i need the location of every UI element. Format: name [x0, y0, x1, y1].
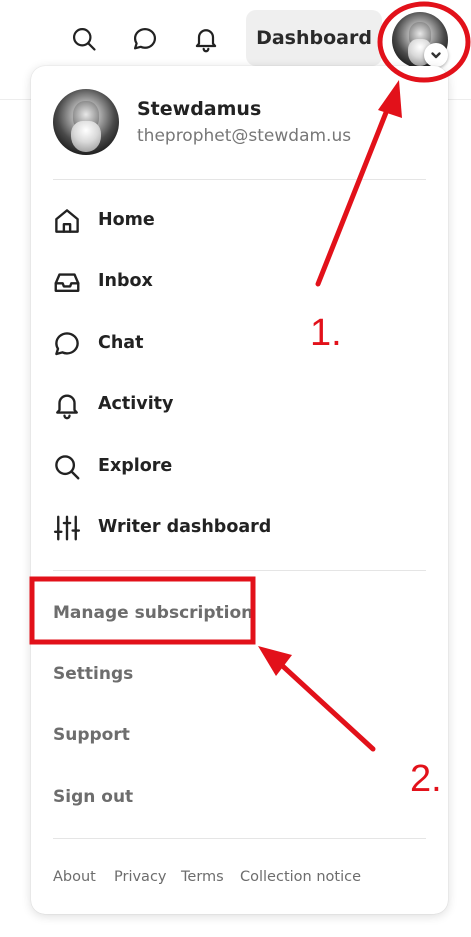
nav-item-label: Home	[98, 210, 155, 230]
footer-link-terms[interactable]: Terms	[181, 869, 224, 885]
dashboard-button-label: Dashboard	[256, 27, 372, 49]
profile-avatar[interactable]	[53, 89, 119, 155]
sliders-icon	[52, 513, 82, 543]
divider	[53, 838, 426, 839]
chat-bubble-icon[interactable]	[128, 22, 162, 56]
sign-out-link[interactable]: Sign out	[53, 787, 133, 807]
divider	[53, 179, 426, 180]
settings-link[interactable]: Settings	[53, 664, 133, 684]
manage-subscription-link[interactable]: Manage subscription	[53, 603, 253, 623]
nav-item-label: Activity	[98, 394, 174, 414]
nav-item-label: Inbox	[98, 271, 153, 291]
account-menu-button[interactable]	[392, 12, 448, 68]
nav-item-label: Chat	[98, 333, 144, 353]
nav-item-label: Writer dashboard	[98, 517, 272, 537]
nav-item-inbox[interactable]: Inbox	[31, 261, 448, 305]
divider	[53, 570, 426, 571]
nav-item-explore[interactable]: Explore	[31, 446, 448, 490]
chat-bubble-icon	[52, 329, 82, 359]
footer-link-about[interactable]: About	[53, 869, 96, 885]
nav-item-chat[interactable]: Chat	[31, 323, 448, 367]
search-icon	[52, 452, 82, 482]
step-1-label: 1.	[310, 312, 342, 354]
nav-item-label: Explore	[98, 456, 173, 476]
bell-icon[interactable]	[189, 22, 223, 56]
search-icon[interactable]	[67, 22, 101, 56]
profile-name[interactable]: Stewdamus	[137, 98, 261, 120]
home-icon	[52, 206, 82, 236]
footer-link-collection-notice[interactable]: Collection notice	[240, 869, 361, 885]
account-dropdown-menu: Stewdamus theprophet@stewdam.us Home Inb…	[31, 66, 448, 914]
step-2-label: 2.	[410, 758, 442, 800]
nav-item-home[interactable]: Home	[31, 200, 448, 244]
footer-link-privacy[interactable]: Privacy	[114, 869, 167, 885]
dashboard-button[interactable]: Dashboard	[246, 10, 382, 66]
profile-email: theprophet@stewdam.us	[137, 126, 352, 146]
nav-item-writer-dashboard[interactable]: Writer dashboard	[31, 507, 448, 551]
bell-icon	[52, 390, 82, 420]
inbox-icon	[52, 267, 82, 297]
chevron-down-icon	[424, 43, 448, 67]
nav-item-activity[interactable]: Activity	[31, 384, 448, 428]
support-link[interactable]: Support	[53, 725, 130, 745]
